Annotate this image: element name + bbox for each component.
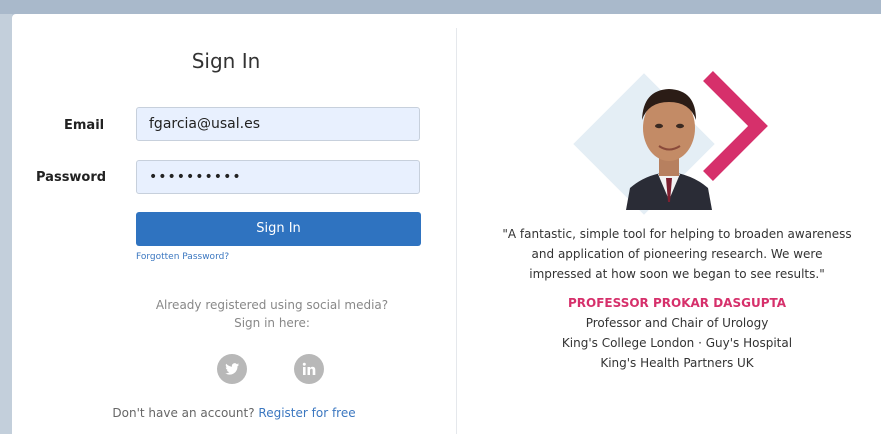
password-field[interactable]: ••••••••••	[136, 160, 420, 194]
testimonial-organization: King's Health Partners UK	[600, 356, 754, 370]
top-strip	[0, 0, 881, 14]
testimonial-quote: "A fantastic, simple tool for helping to…	[482, 224, 872, 284]
page-title: Sign In	[191, 49, 261, 73]
register-link[interactable]: Register for free	[258, 406, 355, 420]
forgotten-password-link[interactable]: Forgotten Password?	[136, 252, 229, 262]
sign-in-button[interactable]: Sign In	[136, 212, 421, 246]
column-divider	[456, 28, 457, 434]
testimonial-affiliation: King's College London · Guy's Hospital	[561, 336, 793, 350]
twitter-icon[interactable]	[217, 354, 247, 384]
signin-card: Sign In Email fgarcia@usal.es Password •…	[12, 14, 881, 434]
social-line-1: Already registered using social media?	[155, 298, 389, 312]
social-line-2: Sign in here:	[234, 316, 310, 330]
testimonial-name: PROFESSOR PROKAR DASGUPTA	[567, 296, 787, 310]
register-prompt: Don't have an account? Register for free	[12, 406, 456, 420]
left-strip	[0, 14, 12, 434]
email-field[interactable]: fgarcia@usal.es	[136, 107, 420, 141]
professor-photo	[626, 89, 712, 210]
social-signin-prompt: Already registered using social media? S…	[142, 296, 402, 332]
no-account-text: Don't have an account?	[112, 406, 255, 420]
email-label: Email	[64, 118, 105, 133]
password-label: Password	[36, 170, 107, 185]
quote-line-1: "A fantastic, simple tool for helping to…	[502, 227, 852, 241]
quote-line-2: and application of pioneering research. …	[531, 247, 823, 261]
testimonial-role: Professor and Chair of Urology	[585, 316, 769, 330]
linkedin-icon[interactable]	[294, 354, 324, 384]
quote-line-3: impressed at how soon we began to see re…	[529, 267, 825, 281]
